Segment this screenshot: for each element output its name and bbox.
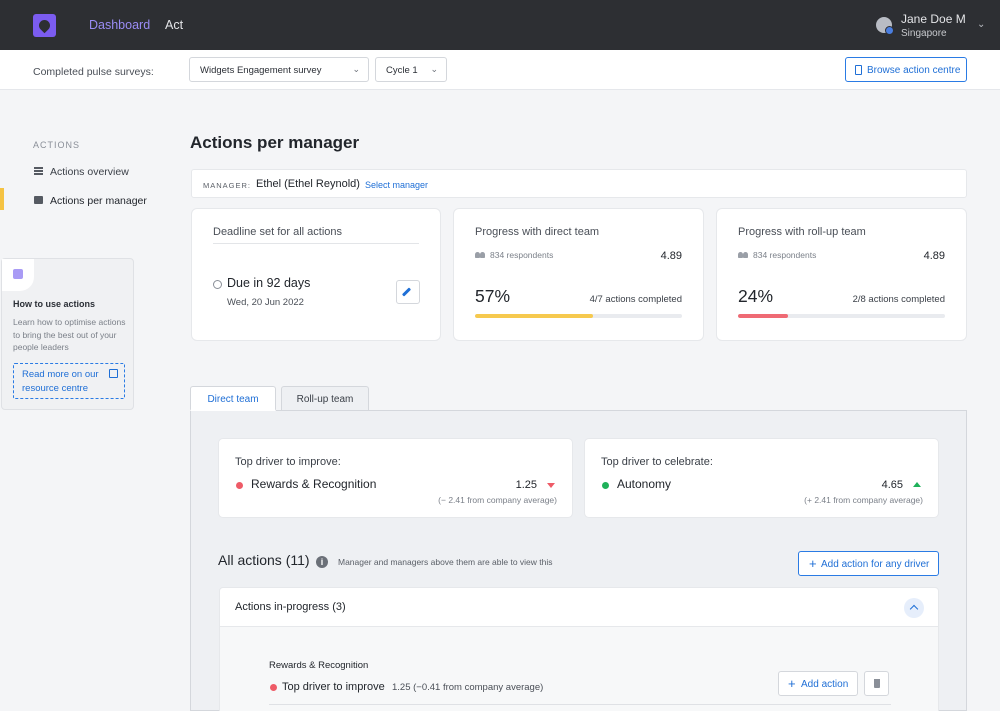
- people-icon: [475, 252, 486, 259]
- driver-score: 4.65: [881, 479, 903, 491]
- progress-track: [738, 314, 945, 318]
- divider: [213, 243, 419, 244]
- active-item-marker: [0, 188, 4, 210]
- chevron-up-icon[interactable]: [904, 598, 924, 618]
- trend-down-icon: [547, 483, 555, 488]
- driver-name: Rewards & Recognition: [251, 477, 377, 491]
- top-driver-to-celebrate-card: Top driver to celebrate: Autonomy 4.65 (…: [584, 438, 939, 518]
- actions-in-progress-header[interactable]: Actions in-progress (3): [219, 587, 939, 627]
- user-location: Singapore: [901, 28, 947, 39]
- progress-percent: 24%: [738, 286, 774, 306]
- add-action-label: Add action: [801, 679, 849, 690]
- sidebar-heading: ACTIONS: [33, 140, 81, 150]
- manager-bar: MANAGER: Ethel (Ethel Reynold) Select ma…: [191, 169, 967, 198]
- page-title: Actions per manager: [190, 133, 360, 152]
- info-icon[interactable]: i: [316, 556, 328, 568]
- nav-dashboard-link[interactable]: Dashboard: [89, 18, 150, 32]
- driver-comparison: (+ 2.41 from company average): [804, 495, 923, 505]
- people-icon: [738, 252, 749, 259]
- edit-deadline-button[interactable]: [396, 280, 420, 304]
- chevron-down-icon: ⌄: [430, 64, 438, 74]
- nav-act-link[interactable]: Act: [165, 18, 183, 32]
- engagement-score: 4.89: [660, 250, 682, 262]
- deadline-card: Deadline set for all actions Due in 92 d…: [191, 208, 441, 341]
- help-checklist-icon: [2, 259, 34, 291]
- due-text: Due in 92 days: [227, 276, 311, 290]
- add-action-button[interactable]: + Add action: [778, 671, 858, 696]
- driver-name: Autonomy: [617, 477, 672, 491]
- survey-filter-bar: Completed pulse surveys: Widgets Engagem…: [0, 50, 1000, 90]
- driver-card-title: Top driver to celebrate:: [601, 456, 713, 468]
- browse-action-centre-button[interactable]: Browse action centre: [845, 57, 967, 82]
- tab-direct-team[interactable]: Direct team: [190, 386, 276, 411]
- status-dot: [602, 482, 609, 489]
- respondents-count: 834 respondents: [490, 250, 554, 260]
- action-group-driver: Rewards & Recognition: [269, 660, 369, 671]
- completed-surveys-label: Completed pulse surveys:: [33, 66, 154, 78]
- user-avatar[interactable]: [876, 17, 894, 35]
- checkbox-icon: [34, 196, 43, 204]
- all-actions-title: All actions (11): [218, 552, 310, 568]
- trend-up-icon: [913, 482, 921, 487]
- delete-trash-icon[interactable]: [864, 671, 889, 696]
- due-date: Wed, 20 Jun 2022: [227, 297, 304, 308]
- browse-action-centre-label: Browse action centre: [867, 65, 961, 76]
- select-manager-link[interactable]: Select manager: [365, 180, 428, 190]
- sidebar-item-label: Actions per manager: [50, 195, 147, 207]
- help-description: Learn how to optimise actions to bring t…: [13, 317, 126, 352]
- cycle-select-value: Cycle 1: [386, 65, 418, 76]
- help-title: How to use actions: [13, 299, 96, 309]
- engagement-score: 4.89: [923, 250, 945, 262]
- survey-select[interactable]: Widgets Engagement survey ⌄: [189, 57, 369, 82]
- app-logo-icon[interactable]: [33, 14, 56, 37]
- deadline-title: Deadline set for all actions: [213, 226, 343, 238]
- help-card: How to use actions Learn how to optimise…: [1, 258, 134, 410]
- visibility-note: Manager and managers above them are able…: [338, 557, 553, 567]
- driver-card-title: Top driver to improve:: [235, 456, 341, 468]
- resource-centre-link[interactable]: Read more on our resource centre: [13, 363, 125, 399]
- clipboard-icon: [855, 65, 862, 75]
- driver-comparison: (− 2.41 from company average): [438, 495, 557, 505]
- survey-select-value: Widgets Engagement survey: [200, 65, 322, 76]
- cycle-select[interactable]: Cycle 1 ⌄: [375, 57, 447, 82]
- progress-fill: [738, 314, 788, 318]
- add-action-any-label: Add action for any driver: [821, 559, 930, 570]
- top-driver-to-improve-card: Top driver to improve: Rewards & Recogni…: [218, 438, 573, 518]
- action-group-score: 1.25 (−0.41 from company average): [392, 682, 544, 693]
- manager-label: MANAGER:: [203, 181, 252, 190]
- plus-icon: +: [788, 676, 796, 691]
- action-group-label: Top driver to improve: [282, 681, 385, 693]
- direct-team-progress-card: Progress with direct team 834 respondent…: [453, 208, 704, 341]
- chevron-down-icon: ⌄: [352, 64, 360, 74]
- respondents-count: 834 respondents: [753, 250, 817, 260]
- clock-icon: [213, 280, 222, 289]
- list-icon: [34, 167, 43, 175]
- rollup-progress-title: Progress with roll-up team: [738, 226, 866, 238]
- direct-progress-title: Progress with direct team: [475, 226, 600, 238]
- tab-roll-up-team[interactable]: Roll-up team: [281, 386, 369, 411]
- in-progress-title: Actions in-progress (3): [235, 601, 346, 613]
- status-dot: [236, 482, 243, 489]
- resource-centre-link-label: Read more on our resource centre: [22, 369, 99, 394]
- progress-fill: [475, 314, 593, 318]
- actions-completed: 2/8 actions completed: [852, 294, 945, 305]
- progress-percent: 57%: [475, 286, 511, 306]
- actions-completed: 4/7 actions completed: [589, 294, 682, 305]
- manager-name: Ethel (Ethel Reynold): [256, 178, 360, 190]
- add-action-for-any-driver-button[interactable]: + Add action for any driver: [798, 551, 939, 576]
- sidebar-item-label: Actions overview: [50, 166, 129, 178]
- user-menu-chevron-down-icon[interactable]: ⌄: [977, 19, 985, 30]
- progress-track: [475, 314, 682, 318]
- plus-icon: +: [809, 556, 817, 571]
- actions-in-progress-body: Rewards & Recognition Top driver to impr…: [219, 627, 939, 711]
- top-navigation-bar: Dashboard Act Jane Doe M Singapore ⌄: [0, 0, 1000, 50]
- external-link-icon: [109, 369, 118, 378]
- rollup-team-progress-card: Progress with roll-up team 834 responden…: [716, 208, 967, 341]
- user-name[interactable]: Jane Doe M: [901, 12, 966, 26]
- divider: [269, 704, 891, 705]
- driver-score: 1.25: [515, 479, 537, 491]
- status-dot: [270, 684, 277, 691]
